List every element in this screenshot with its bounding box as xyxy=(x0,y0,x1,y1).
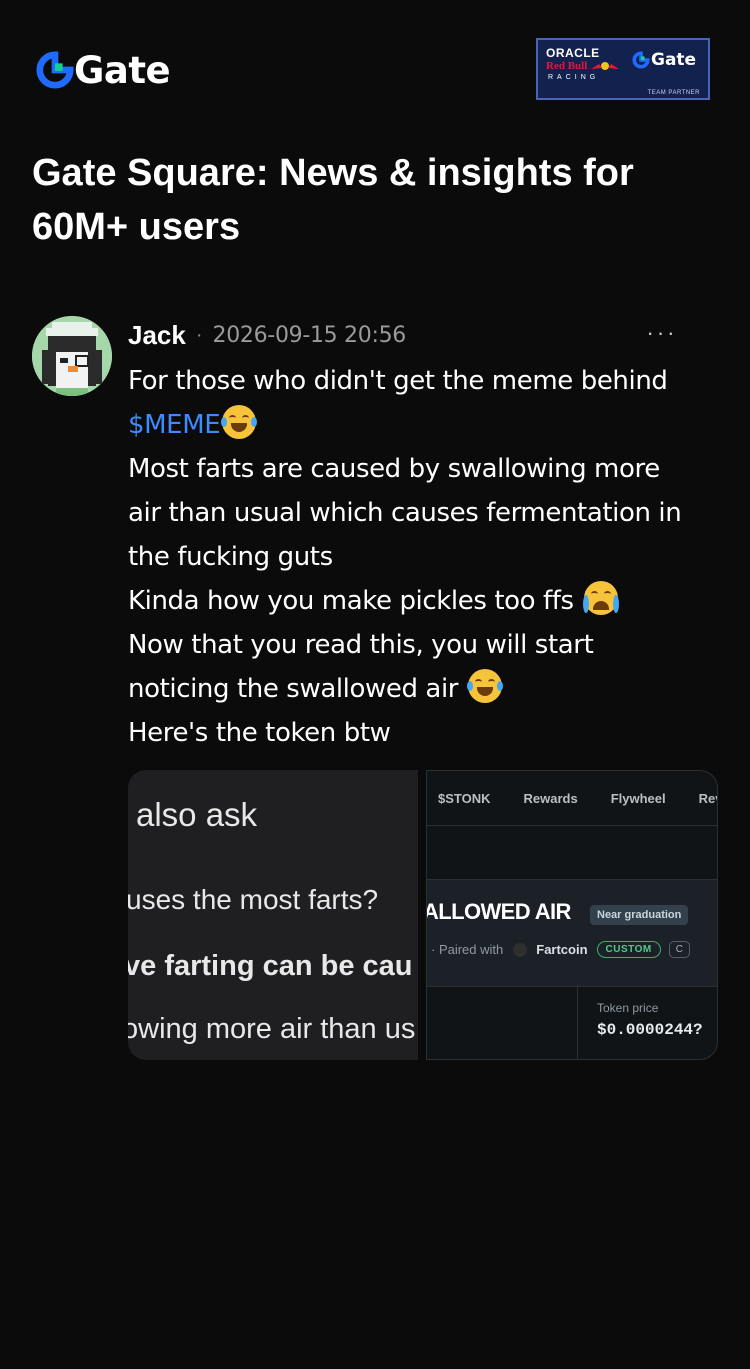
image-text: owing more air than us xyxy=(128,1013,416,1045)
meta-separator: · xyxy=(195,323,203,346)
oracle-label: ORACLE xyxy=(546,46,600,60)
image-price-value: $0.0000244? xyxy=(597,1021,703,1039)
image-paired-token: Fartcoin xyxy=(536,942,588,957)
image-divider xyxy=(577,985,578,1059)
gate-logo-small-icon xyxy=(632,51,650,69)
avatar[interactable] xyxy=(32,316,112,396)
post-line-text: Kinda how you make pickles too ffs xyxy=(128,586,582,616)
post-line: air than usual which causes fermentation… xyxy=(128,498,682,528)
image-tab: Flywheel xyxy=(610,790,666,806)
image-tab: Rev xyxy=(698,790,717,806)
image-text: ve farting can be cau xyxy=(128,950,413,982)
penguin-avatar-icon xyxy=(32,316,112,396)
crying-emoji-icon xyxy=(582,581,619,615)
gate-logo[interactable]: Gate xyxy=(36,48,171,92)
image-price-label: Token price xyxy=(597,1001,659,1015)
image-token-name: ALLOWED AIR xyxy=(426,899,571,924)
image-token-band xyxy=(427,879,717,987)
post-line-crying: Kinda how you make pickles too ffs xyxy=(128,579,728,623)
redbull-label: Red Bull xyxy=(546,60,620,72)
racing-label: RACING xyxy=(548,74,600,81)
image-tab: Rewards xyxy=(523,790,578,806)
post-line: For those who didn't get the meme behind xyxy=(128,366,668,396)
laughing-emoji-icon xyxy=(221,405,258,439)
post-line: Most farts are caused by swallowing more xyxy=(128,454,660,484)
image-custom-badge: CUSTOM xyxy=(596,941,661,958)
image-tab-bar: $STONK Rewards Flywheel Rev xyxy=(427,771,717,826)
laughing-emoji-icon xyxy=(466,669,503,703)
oracle-redbull-racing-logo: ORACLE Red Bull RACING xyxy=(538,40,626,98)
gate-logo-text: Gate xyxy=(74,48,171,92)
post-line: Now that you read this, you will start xyxy=(128,630,594,660)
partner-gate: Gate xyxy=(632,50,696,70)
cashtag-link[interactable]: $MEME xyxy=(128,410,221,440)
gate-logo-icon xyxy=(36,51,74,89)
image-paired-prefix: · Paired with xyxy=(431,942,504,957)
post-media-grid: also ask uses the most farts? ve farting… xyxy=(128,770,718,1060)
image-tab: $STONK xyxy=(438,790,491,806)
post-line-cashtag: $MEME xyxy=(128,403,728,447)
post-timestamp: 2026-09-15 20:56 xyxy=(212,322,407,348)
bulls-icon xyxy=(591,62,620,70)
post-line: Here's the token btw xyxy=(128,718,391,748)
image-paired-row: · Paired with Fartcoin CUSTOM C xyxy=(431,941,690,958)
page-title: Gate Square: News & insights for 60M+ us… xyxy=(32,152,634,248)
image-status-badge: Near graduation xyxy=(590,905,689,925)
media-image-token-screenshot[interactable]: $STONK Rewards Flywheel Rev ALLOWED AIR … xyxy=(426,770,718,1060)
author-name[interactable]: Jack xyxy=(128,320,186,351)
site-header: Gate ORACLE Red Bull RACING Gate TEAM PA… xyxy=(36,36,714,102)
more-options-button[interactable]: ··· xyxy=(642,318,682,352)
team-partner-label: TEAM PARTNER xyxy=(647,90,700,96)
partner-gate-text: Gate xyxy=(651,50,697,70)
post-line-laughing: noticing the swallowed air xyxy=(128,667,728,711)
coin-icon xyxy=(513,942,528,957)
post-meta: Jack · 2026-09-15 20:56 xyxy=(128,318,406,352)
image-cut-badge: C xyxy=(668,941,690,958)
post-line-text: noticing the swallowed air xyxy=(128,674,466,704)
partner-badge: ORACLE Red Bull RACING Gate TEAM PARTNER xyxy=(536,38,710,100)
redbull-text: Red Bull xyxy=(546,60,588,72)
media-image-search-screenshot[interactable]: also ask uses the most farts? ve farting… xyxy=(128,770,418,1060)
post-line: the fucking guts xyxy=(128,542,333,572)
partner-gate-logo: Gate TEAM PARTNER xyxy=(626,40,708,98)
image-text: also ask xyxy=(136,796,258,833)
post-body: For those who didn't get the meme behind… xyxy=(128,359,728,755)
image-text: uses the most farts? xyxy=(128,884,379,915)
